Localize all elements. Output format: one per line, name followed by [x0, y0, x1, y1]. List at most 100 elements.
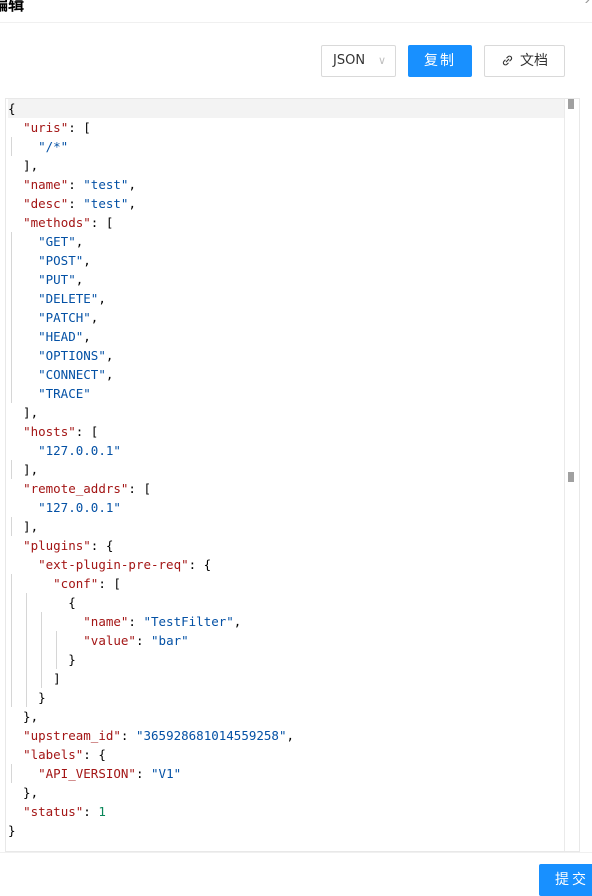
code-line[interactable]: {	[8, 99, 565, 118]
code-line[interactable]: },	[8, 783, 565, 802]
code-line[interactable]: "labels": {	[8, 745, 565, 764]
code-line[interactable]: "desc": "test",	[8, 194, 565, 213]
code-line[interactable]: "uris": [	[8, 118, 565, 137]
code-line[interactable]: "ext-plugin-pre-req": {	[8, 555, 565, 574]
doc-button-label: 文档	[520, 53, 548, 69]
code-line[interactable]: "127.0.0.1"	[8, 441, 565, 460]
json-punctuation	[8, 633, 83, 648]
json-punctuation	[8, 481, 23, 496]
json-string: "test"	[83, 177, 129, 192]
code-line[interactable]: "127.0.0.1"	[8, 498, 565, 517]
format-select-value: JSON	[333, 53, 366, 68]
json-punctuation: : [	[75, 424, 99, 439]
json-punctuation	[8, 614, 83, 629]
json-punctuation: : {	[83, 747, 106, 762]
code-line[interactable]: ],	[8, 156, 565, 175]
json-punctuation: :	[120, 728, 136, 743]
json-key: "value"	[83, 633, 136, 648]
code-line[interactable]: },	[8, 707, 565, 726]
json-punctuation: ,	[75, 234, 84, 249]
code-line[interactable]: ],	[8, 403, 565, 422]
doc-button[interactable]: 文档	[484, 45, 565, 77]
code-line[interactable]: "POST",	[8, 251, 565, 270]
code-line[interactable]: "value": "bar"	[8, 631, 565, 650]
code-line[interactable]: }	[8, 688, 565, 707]
json-punctuation: ,	[105, 367, 114, 382]
code-line[interactable]: ],	[8, 460, 565, 479]
json-string: "HEAD"	[38, 329, 84, 344]
code-line[interactable]: "conf": [	[8, 574, 565, 593]
copy-button[interactable]: 复制	[408, 45, 472, 77]
json-punctuation	[8, 348, 38, 363]
code-line[interactable]: "HEAD",	[8, 327, 565, 346]
json-punctuation	[8, 310, 38, 325]
json-punctuation	[8, 234, 38, 249]
json-punctuation	[8, 367, 38, 382]
code-line[interactable]: "upstream_id": "365928681014559258",	[8, 726, 565, 745]
code-content[interactable]: { "uris": [ "/*" ], "name": "test", "des…	[8, 99, 565, 851]
code-line[interactable]: "PUT",	[8, 270, 565, 289]
submit-button[interactable]: 提交	[539, 864, 592, 896]
code-line[interactable]: "hosts": [	[8, 422, 565, 441]
code-line[interactable]: "remote_addrs": [	[8, 479, 565, 498]
json-string: "POST"	[38, 253, 84, 268]
scroll-marker	[568, 472, 574, 482]
code-line[interactable]: "TRACE"	[8, 384, 565, 403]
code-line[interactable]: }	[8, 821, 565, 840]
editor-toolbar: JSON ∨ 复制 文档	[0, 45, 592, 77]
json-punctuation	[8, 196, 23, 211]
json-string: "bar"	[151, 633, 189, 648]
json-string: "TestFilter"	[143, 614, 234, 629]
json-punctuation: ,	[233, 614, 242, 629]
json-punctuation	[8, 538, 23, 553]
json-punctuation: : [	[68, 120, 91, 135]
json-punctuation	[8, 386, 38, 401]
code-line[interactable]: "PATCH",	[8, 308, 565, 327]
format-select[interactable]: JSON ∨	[321, 45, 396, 77]
code-line[interactable]: "methods": [	[8, 213, 565, 232]
json-punctuation: : [	[128, 481, 151, 496]
code-line[interactable]: "status": 1	[8, 802, 565, 821]
json-punctuation: : {	[90, 538, 114, 553]
code-line[interactable]: ],	[8, 517, 565, 536]
json-number: 1	[98, 804, 106, 819]
code-line[interactable]: "GET",	[8, 232, 565, 251]
code-line[interactable]: "/*"	[8, 137, 565, 156]
code-line[interactable]: ]	[8, 669, 565, 688]
code-line[interactable]: "DELETE",	[8, 289, 565, 308]
editor-scrollbar[interactable]	[564, 99, 579, 851]
code-line[interactable]: "OPTIONS",	[8, 346, 565, 365]
close-icon[interactable]: ›	[585, 0, 590, 9]
json-punctuation: ,	[105, 348, 114, 363]
json-key: "upstream_id"	[23, 728, 121, 743]
code-line[interactable]: }	[8, 650, 565, 669]
code-line[interactable]: "plugins": {	[8, 536, 565, 555]
json-string: "127.0.0.1"	[38, 443, 121, 458]
json-string: "DELETE"	[38, 291, 99, 306]
json-punctuation	[8, 424, 23, 439]
json-string: "OPTIONS"	[38, 348, 106, 363]
code-line[interactable]: "name": "test",	[8, 175, 565, 194]
drawer-title: 编辑	[0, 0, 25, 14]
code-line[interactable]: "name": "TestFilter",	[8, 612, 565, 631]
json-key: "methods"	[23, 215, 91, 230]
json-key: "remote_addrs"	[23, 481, 129, 496]
drawer-footer: 提交	[0, 852, 592, 896]
json-punctuation: ,	[90, 310, 99, 325]
drawer-header: 编辑 ›	[0, 0, 592, 23]
json-punctuation: }	[8, 652, 76, 667]
code-line[interactable]: "CONNECT",	[8, 365, 565, 384]
json-punctuation	[8, 272, 38, 287]
json-key: "ext-plugin-pre-req"	[38, 557, 189, 572]
code-line[interactable]: "API_VERSION": "V1"	[8, 764, 565, 783]
code-line[interactable]: {	[8, 593, 565, 612]
scroll-marker	[568, 99, 574, 109]
json-punctuation	[8, 215, 23, 230]
json-punctuation: :	[68, 196, 84, 211]
json-code-editor[interactable]: { "uris": [ "/*" ], "name": "test", "des…	[5, 98, 580, 852]
json-punctuation: :	[135, 766, 152, 781]
json-punctuation: ,	[286, 728, 295, 743]
json-key: "conf"	[53, 576, 99, 591]
json-punctuation: ,	[75, 272, 84, 287]
json-string: "TRACE"	[38, 386, 91, 401]
